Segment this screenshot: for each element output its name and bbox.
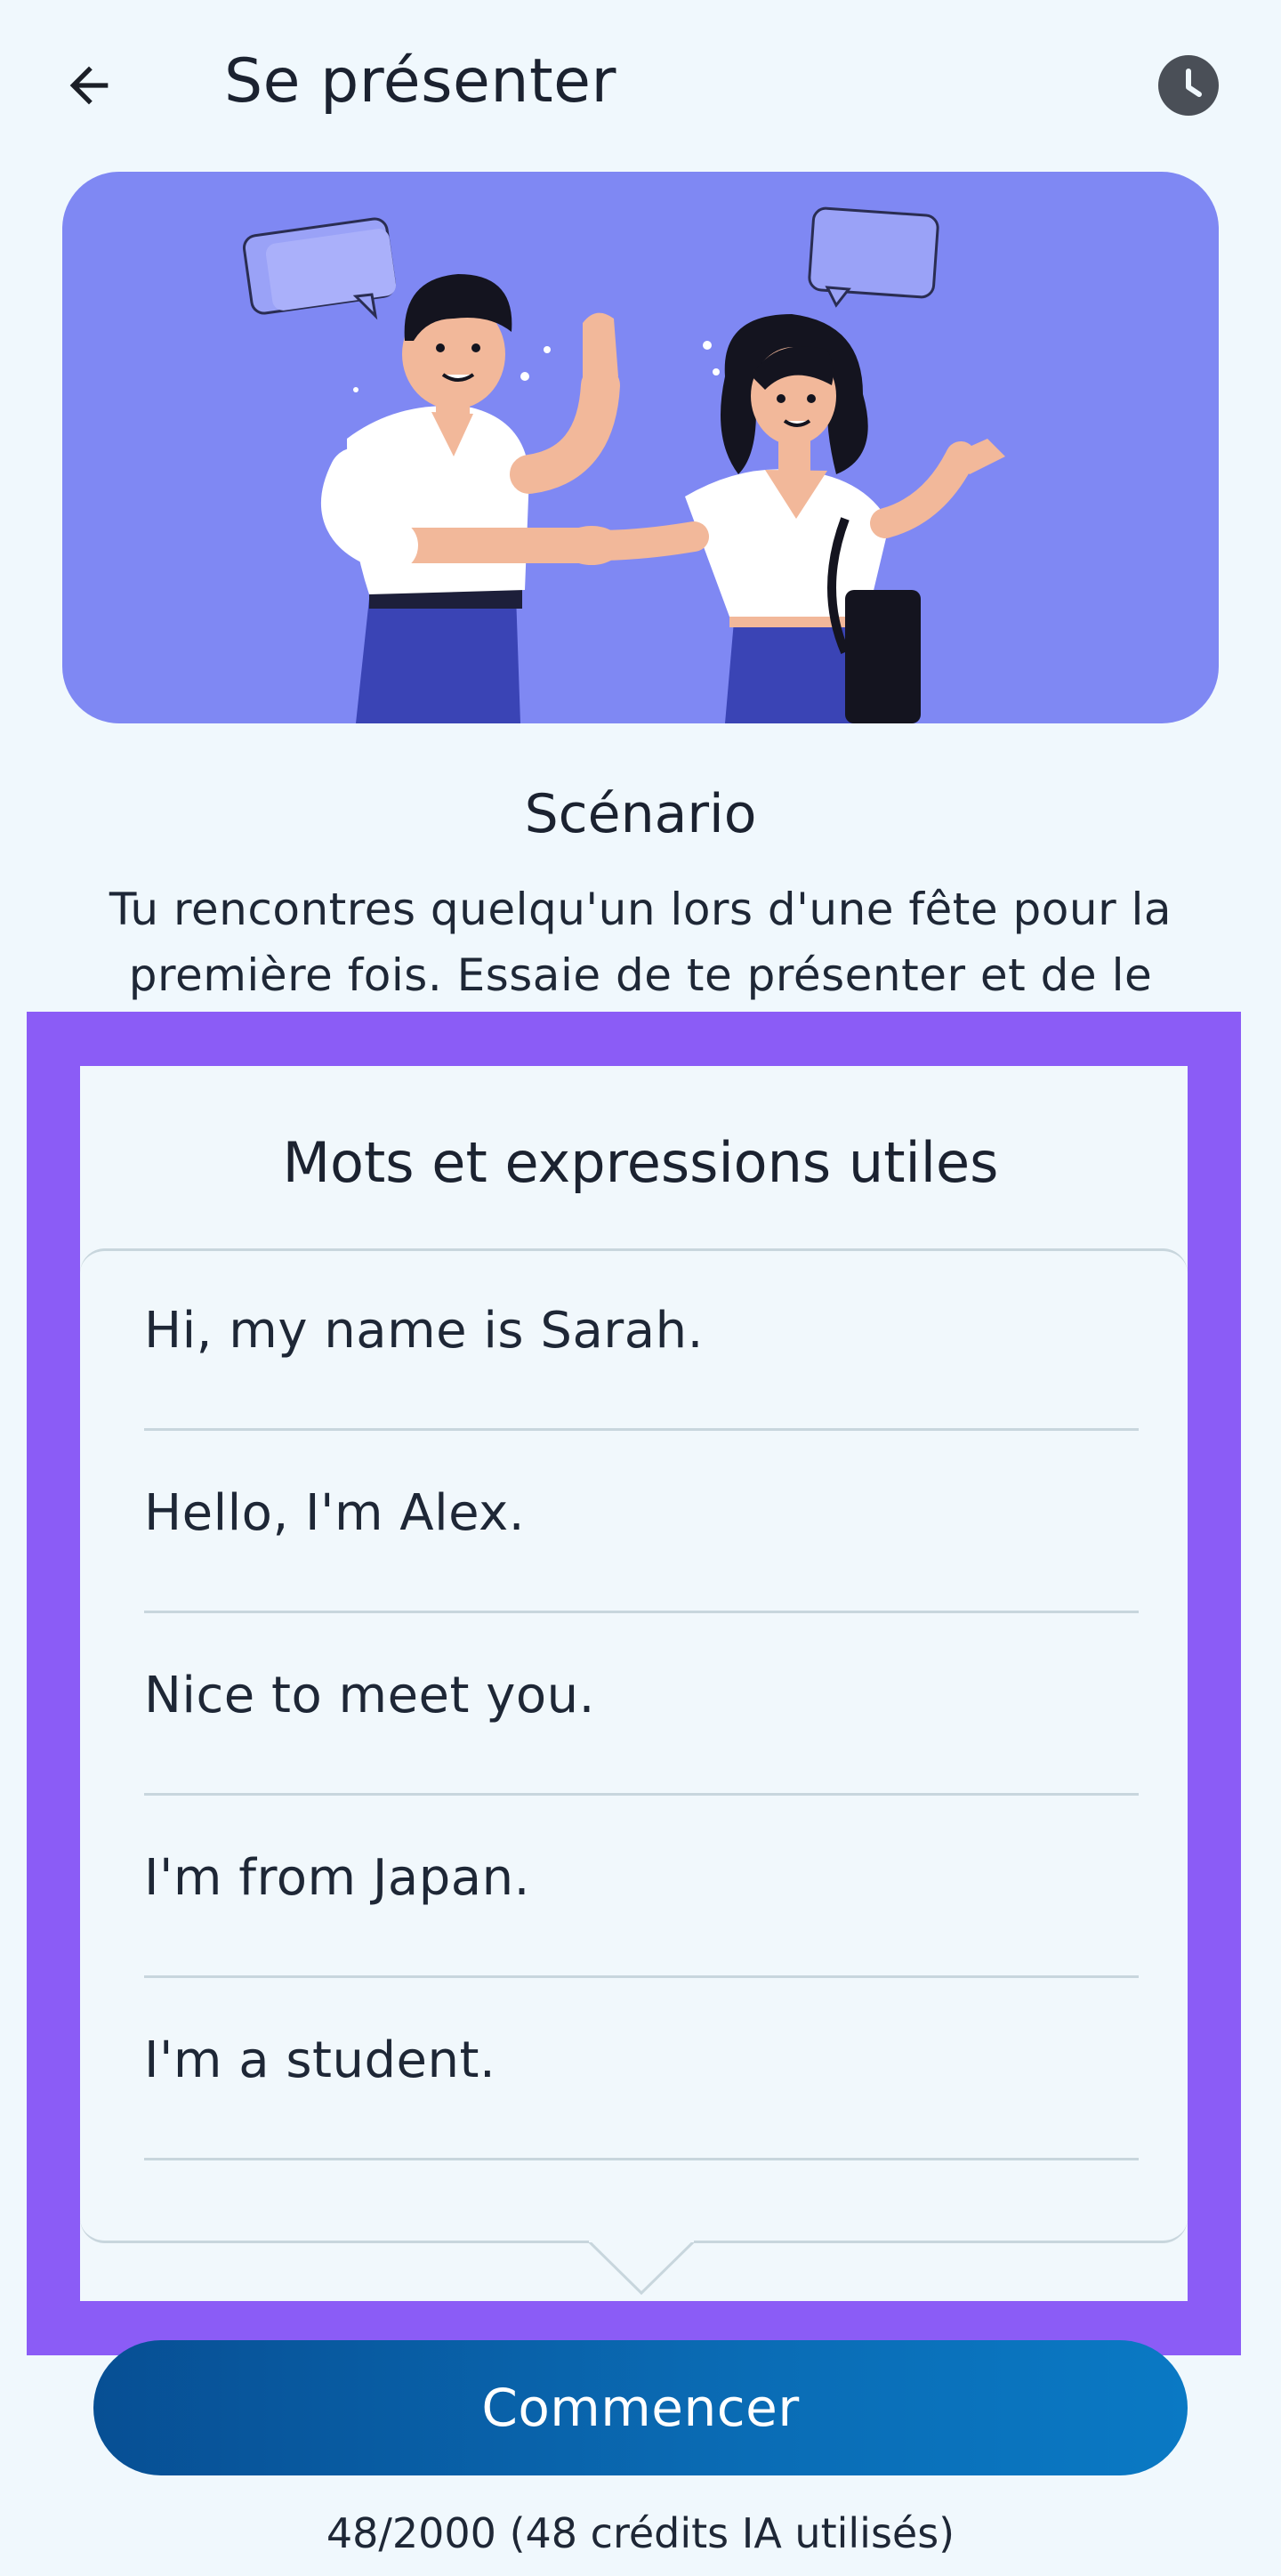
- scenario-title: Scénario: [524, 783, 757, 845]
- woman-figure: [561, 314, 1005, 723]
- arrow-left-icon: [69, 66, 109, 105]
- scenario-illustration: [62, 172, 1219, 723]
- list-item[interactable]: Nice to meet you.: [144, 1613, 1139, 1796]
- back-button[interactable]: [46, 43, 132, 128]
- ai-credits-counter: 48/2000 (48 crédits IA utilisés): [326, 2509, 955, 2557]
- app-header: Se présenter: [0, 0, 1281, 169]
- man-figure: [321, 274, 620, 723]
- list-item[interactable]: I'm a student.: [144, 1978, 1139, 2160]
- phrase-text: Hi, my name is Sarah.: [144, 1302, 704, 1360]
- useful-phrases-title: Mots et expressions utiles: [282, 1130, 999, 1195]
- speech-bubble-icon: [242, 217, 397, 320]
- history-button[interactable]: [1158, 55, 1219, 116]
- page-title: Se présenter: [224, 46, 616, 117]
- screen: Se présenter Scénario Tu rencontres quel…: [0, 0, 1281, 2576]
- list-item[interactable]: Hello, I'm Alex.: [144, 1431, 1139, 1613]
- clock-icon: [1186, 69, 1202, 97]
- chevron-down-icon: [589, 2240, 694, 2296]
- speech-bubble-icon: [808, 206, 939, 308]
- two-people-handshake-illustration: [242, 206, 1005, 723]
- list-item[interactable]: I'm from Japan.: [144, 1796, 1139, 1978]
- phrase-text: Hello, I'm Alex.: [144, 1484, 526, 1542]
- start-button[interactable]: Commencer: [93, 2340, 1188, 2475]
- scenario-description: Tu rencontres quelqu'un lors d'une fête …: [109, 884, 1172, 1001]
- phrase-text: I'm a student.: [144, 2031, 496, 2089]
- list-item[interactable]: Hi, my name is Sarah.: [144, 1248, 1139, 1431]
- phrase-text: Nice to meet you.: [144, 1667, 595, 1724]
- phrase-text: I'm from Japan.: [144, 1849, 530, 1907]
